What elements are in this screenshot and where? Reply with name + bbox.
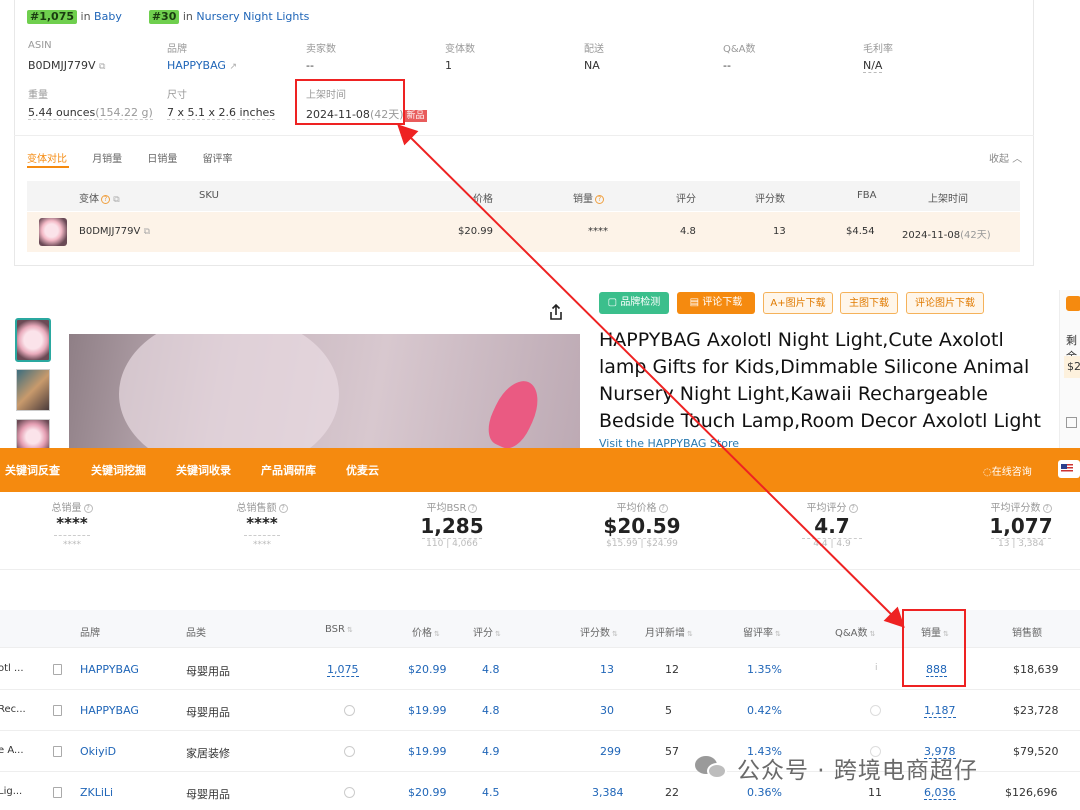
watermark: 公众号 · 跨境电商超仔	[695, 748, 978, 788]
annotation-arrow	[397, 124, 905, 628]
wechat-icon	[695, 754, 729, 782]
